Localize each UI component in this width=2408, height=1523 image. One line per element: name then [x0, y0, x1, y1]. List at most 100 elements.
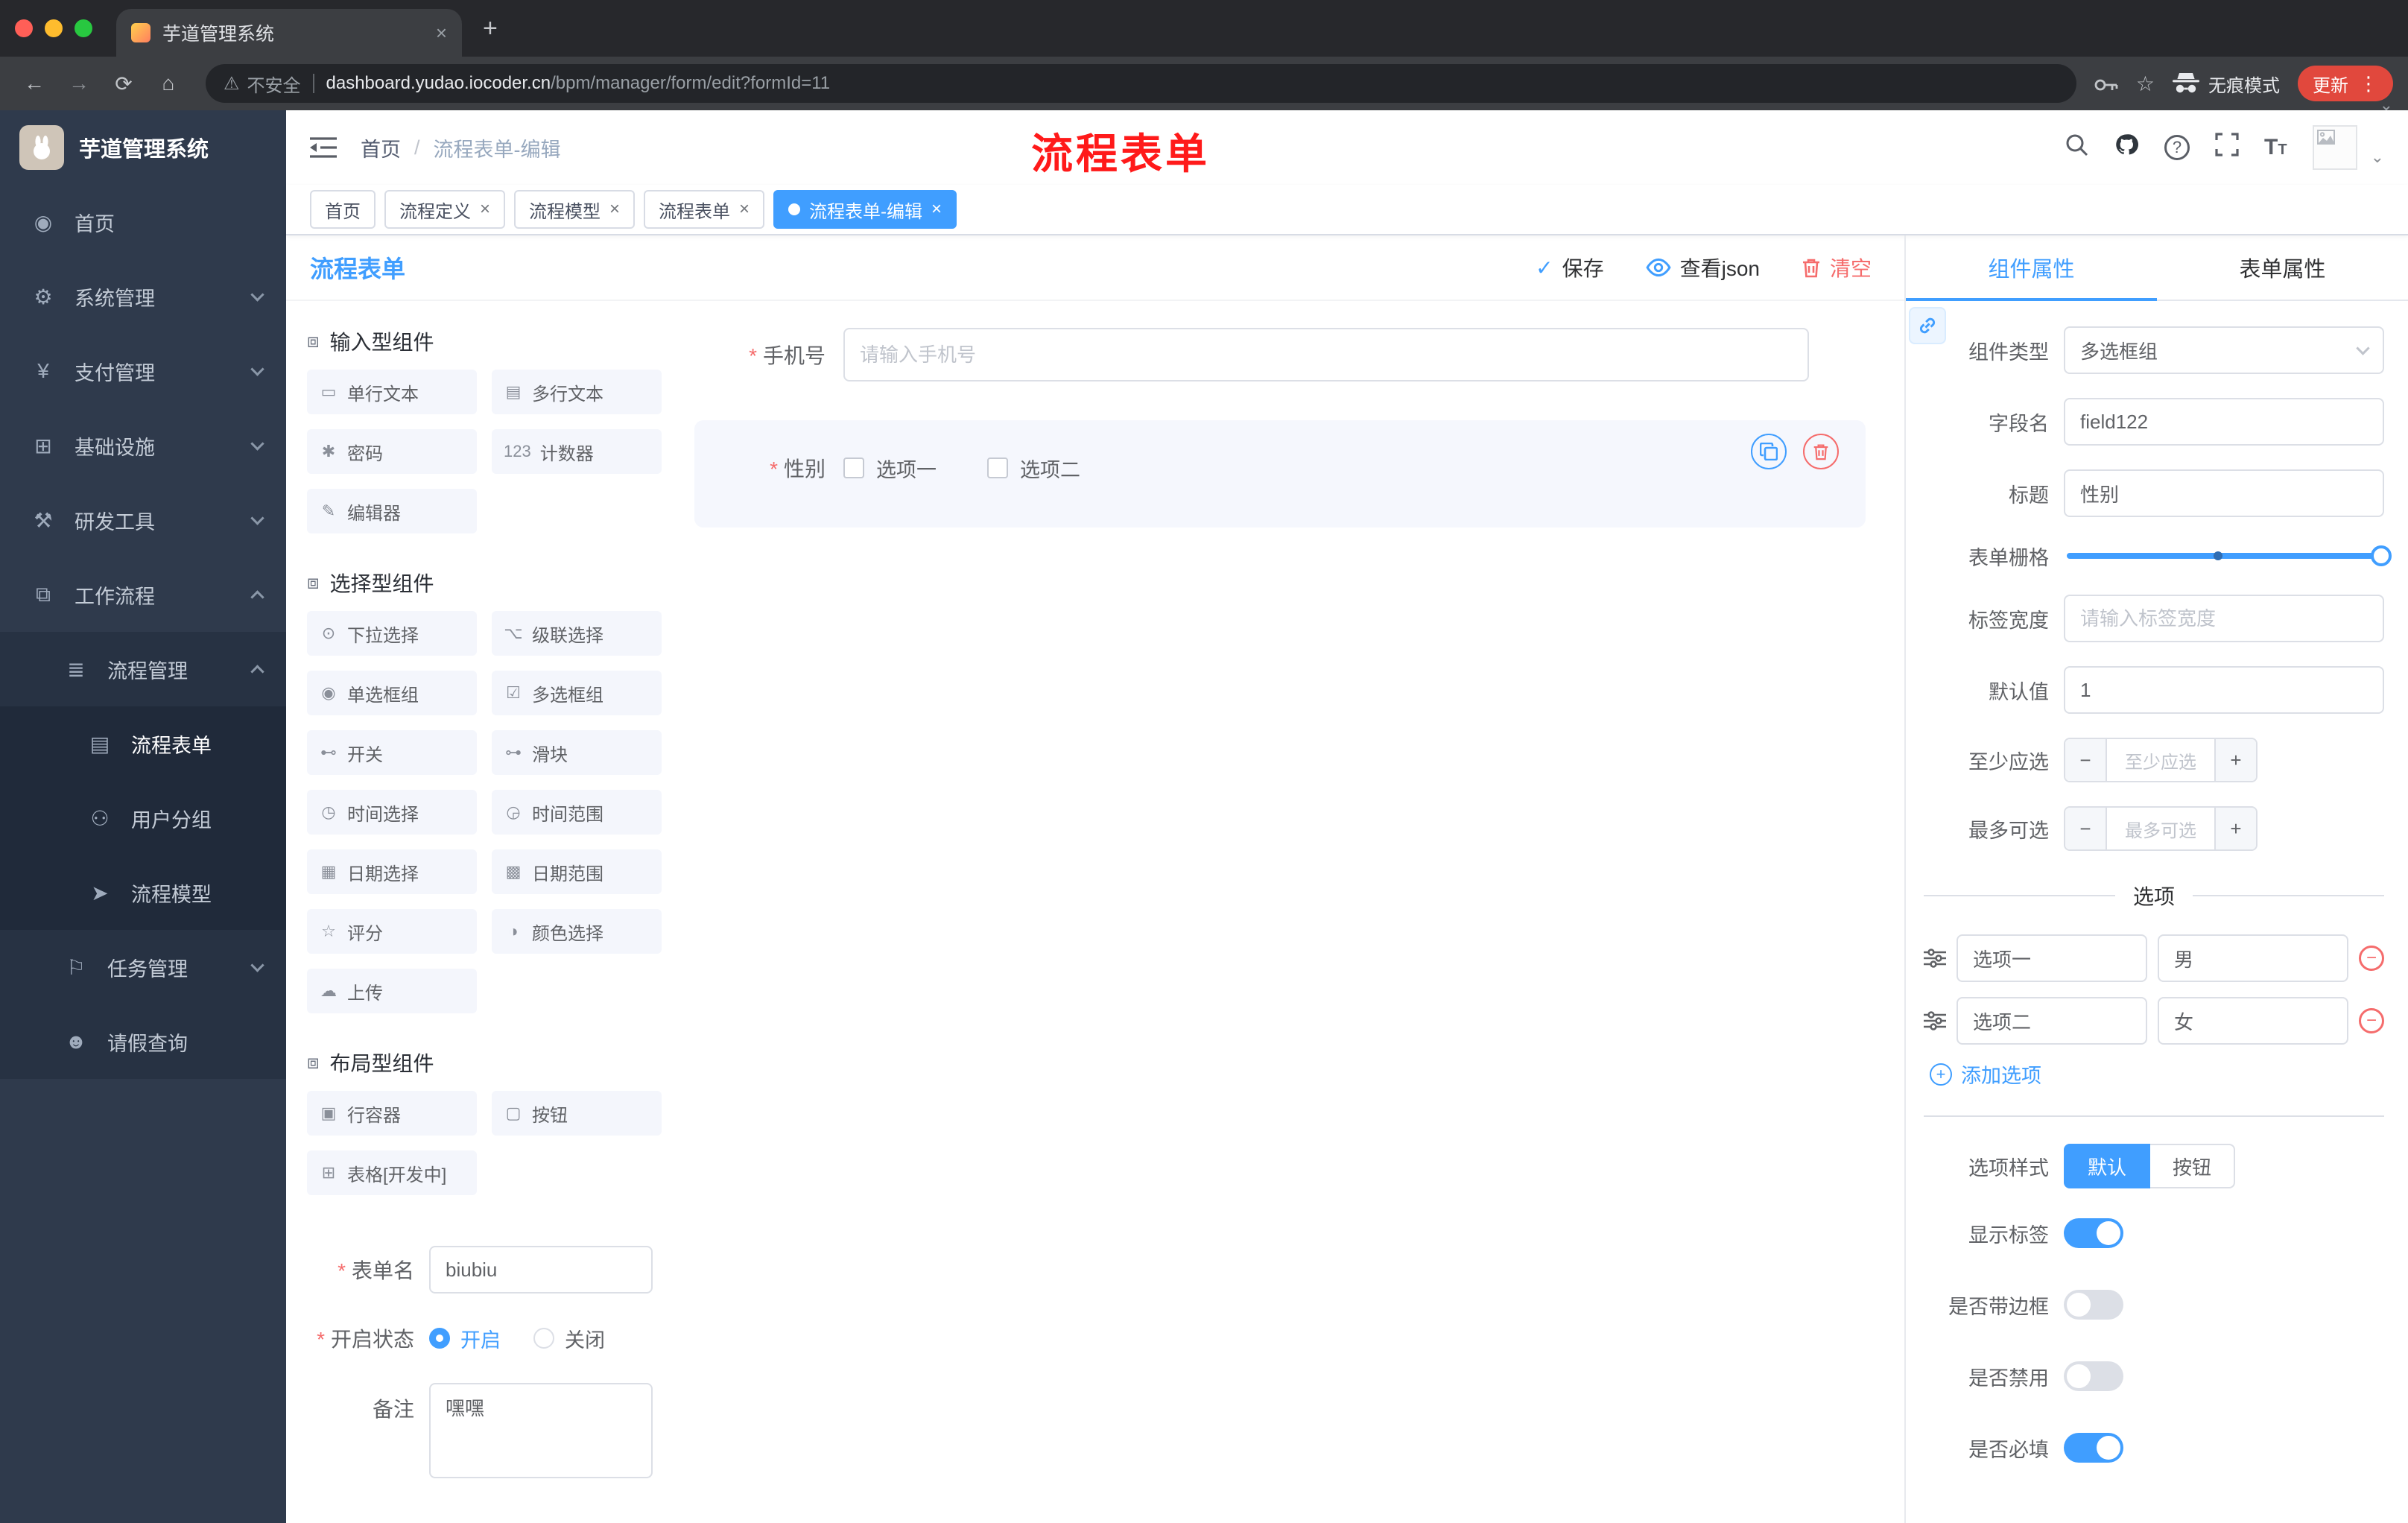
tag-home[interactable]: 首页 — [310, 190, 376, 229]
avatar-caret-icon[interactable]: ⌄ — [2371, 148, 2384, 167]
status-on-radio[interactable]: 开启 — [429, 1324, 501, 1353]
tag-process-form-edit[interactable]: 流程表单-编辑 × — [773, 190, 957, 229]
component-chip-time-range[interactable]: ◶ 时间范围 — [492, 790, 662, 835]
sidebar-item-leave-query[interactable]: ☻ 请假查询 — [0, 1004, 286, 1079]
sidebar-item-system[interactable]: ⚙ 系统管理 — [0, 259, 286, 334]
disabled-toggle[interactable] — [2064, 1361, 2123, 1391]
sidebar-item-task-management[interactable]: ⚐ 任务管理 — [0, 930, 286, 1004]
home-icon[interactable]: ⌂ — [149, 72, 188, 95]
reload-icon[interactable]: ⟳ — [104, 72, 143, 96]
drag-handle-icon[interactable] — [1924, 948, 1946, 969]
border-toggle[interactable] — [2064, 1290, 2123, 1320]
github-icon[interactable] — [2114, 132, 2139, 163]
sidebar-item-user-group[interactable]: ⚇ 用户分组 — [0, 781, 286, 855]
password-key-icon[interactable] — [2094, 70, 2118, 98]
tab-form-props[interactable]: 表单属性 — [2157, 235, 2408, 300]
component-chip-password[interactable]: ✱ 密码 — [307, 429, 477, 474]
avatar[interactable] — [2312, 125, 2357, 170]
close-icon[interactable]: × — [609, 199, 620, 220]
form-name-input[interactable] — [429, 1246, 653, 1294]
option2-value-input[interactable] — [2158, 997, 2348, 1045]
sidebar-item-home[interactable]: ◉ 首页 — [0, 185, 286, 259]
tag-process-definition[interactable]: 流程定义 × — [384, 190, 506, 229]
gender-option2-checkbox[interactable]: 选项二 — [987, 454, 1080, 483]
component-chip-table[interactable]: ⊞ 表格[开发中] — [307, 1150, 477, 1195]
component-chip-date-range[interactable]: ▩ 日期范围 — [492, 849, 662, 894]
close-icon[interactable]: × — [739, 199, 750, 220]
component-chip-button[interactable]: ▢ 按钮 — [492, 1091, 662, 1136]
option2-name-input[interactable] — [1956, 997, 2147, 1045]
option1-value-input[interactable] — [2158, 934, 2348, 982]
component-chip-upload[interactable]: ☁ 上传 — [307, 969, 477, 1013]
browser-tab[interactable]: 芋道管理系统 × — [116, 9, 462, 57]
grid-slider[interactable] — [2067, 545, 2392, 566]
component-chip-switch[interactable]: ⊷ 开关 — [307, 730, 477, 775]
increase-button[interactable]: + — [2214, 808, 2256, 849]
clear-button[interactable]: 清空 — [1802, 253, 1872, 282]
selected-component-block[interactable]: 性别 选项一 选项二 — [694, 420, 1866, 528]
tag-process-model[interactable]: 流程模型 × — [514, 190, 636, 229]
close-window-button[interactable] — [15, 19, 33, 37]
max-select-value[interactable]: 最多可选 — [2107, 808, 2214, 849]
remove-option-button[interactable]: − — [2359, 946, 2384, 971]
drag-handle-icon[interactable] — [1924, 1010, 1946, 1031]
security-indicator[interactable]: ⚠ 不安全 — [224, 71, 301, 97]
minimize-window-button[interactable] — [45, 19, 63, 37]
sidebar-item-infrastructure[interactable]: ⊞ 基础设施 — [0, 408, 286, 483]
gender-option1-checkbox[interactable]: 选项一 — [843, 454, 937, 483]
sidebar-item-workflow[interactable]: ⧉ 工作流程 — [0, 557, 286, 632]
maximize-window-button[interactable] — [75, 19, 92, 37]
address-bar[interactable]: ⚠ 不安全 dashboard.yudao.iocoder.cn/bpm/man… — [206, 64, 2076, 103]
phone-field-row[interactable]: 手机号 — [694, 328, 1866, 381]
component-chip-color-picker[interactable]: ◑ 颜色选择 — [492, 909, 662, 954]
component-chip-rate[interactable]: ☆ 评分 — [307, 909, 477, 954]
sidebar-item-process-management[interactable]: ≣ 流程管理 — [0, 632, 286, 706]
sidebar-item-payment[interactable]: ¥ 支付管理 — [0, 334, 286, 408]
sidebar-item-process-model[interactable]: ➤ 流程模型 — [0, 855, 286, 930]
fullscreen-icon[interactable] — [2215, 133, 2239, 162]
search-icon[interactable] — [2065, 133, 2088, 162]
decrease-button[interactable]: − — [2065, 739, 2107, 781]
delete-component-button[interactable] — [1803, 434, 1839, 469]
component-chip-time-picker[interactable]: ◷ 时间选择 — [307, 790, 477, 835]
component-chip-slider[interactable]: ⊶ 滑块 — [492, 730, 662, 775]
sidebar-item-devtools[interactable]: ⚒ 研发工具 — [0, 483, 286, 557]
title-input[interactable] — [2064, 469, 2384, 517]
decrease-button[interactable]: − — [2065, 808, 2107, 849]
phone-input[interactable] — [843, 328, 1809, 381]
remove-option-button[interactable]: − — [2359, 1008, 2384, 1033]
add-option-button[interactable]: + 添加选项 — [1930, 1060, 2384, 1089]
component-chip-date-picker[interactable]: ▦ 日期选择 — [307, 849, 477, 894]
increase-button[interactable]: + — [2214, 739, 2256, 781]
component-type-select[interactable]: 多选框组 — [2064, 326, 2384, 374]
required-toggle[interactable] — [2064, 1433, 2123, 1463]
view-json-button[interactable]: 查看json — [1646, 253, 1760, 282]
component-chip-cascader[interactable]: ⌥ 级联选择 — [492, 611, 662, 656]
save-button[interactable]: ✓ 保存 — [1536, 253, 1603, 282]
option1-name-input[interactable] — [1956, 934, 2147, 982]
component-chip-radio-group[interactable]: ◉ 单选框组 — [307, 671, 477, 715]
font-size-icon[interactable]: TT — [2264, 135, 2287, 160]
component-chip-editor[interactable]: ✎ 编辑器 — [307, 489, 477, 533]
link-icon[interactable] — [1909, 307, 1946, 344]
browser-menu-dots-icon[interactable]: ⋮ — [2359, 72, 2378, 95]
sidebar-logo[interactable]: 芋道管理系统 — [0, 110, 286, 185]
bookmark-star-icon[interactable]: ☆ — [2136, 72, 2155, 96]
label-width-input[interactable] — [2064, 595, 2384, 642]
sidebar-item-process-form[interactable]: ▤ 流程表单 — [0, 706, 286, 781]
component-chip-dropdown[interactable]: ⊙ 下拉选择 — [307, 611, 477, 656]
component-chip-row-container[interactable]: ▣ 行容器 — [307, 1091, 477, 1136]
sidebar-collapse-icon[interactable] — [310, 136, 337, 159]
tab-close-icon[interactable]: × — [436, 22, 447, 45]
component-chip-checkbox-group[interactable]: ☑ 多选框组 — [492, 671, 662, 715]
form-remark-textarea[interactable]: 嘿嘿 — [429, 1383, 653, 1478]
close-icon[interactable]: × — [480, 199, 490, 220]
field-name-input[interactable] — [2064, 398, 2384, 446]
default-value-input[interactable] — [2064, 666, 2384, 714]
component-chip-multi-text[interactable]: ▤ 多行文本 — [492, 370, 662, 414]
tab-component-props[interactable]: 组件属性 — [1906, 235, 2157, 301]
tag-process-form[interactable]: 流程表单 × — [644, 190, 765, 229]
slider-handle[interactable] — [2371, 545, 2392, 566]
show-label-toggle[interactable] — [2064, 1218, 2123, 1248]
forward-icon[interactable]: → — [60, 72, 98, 95]
